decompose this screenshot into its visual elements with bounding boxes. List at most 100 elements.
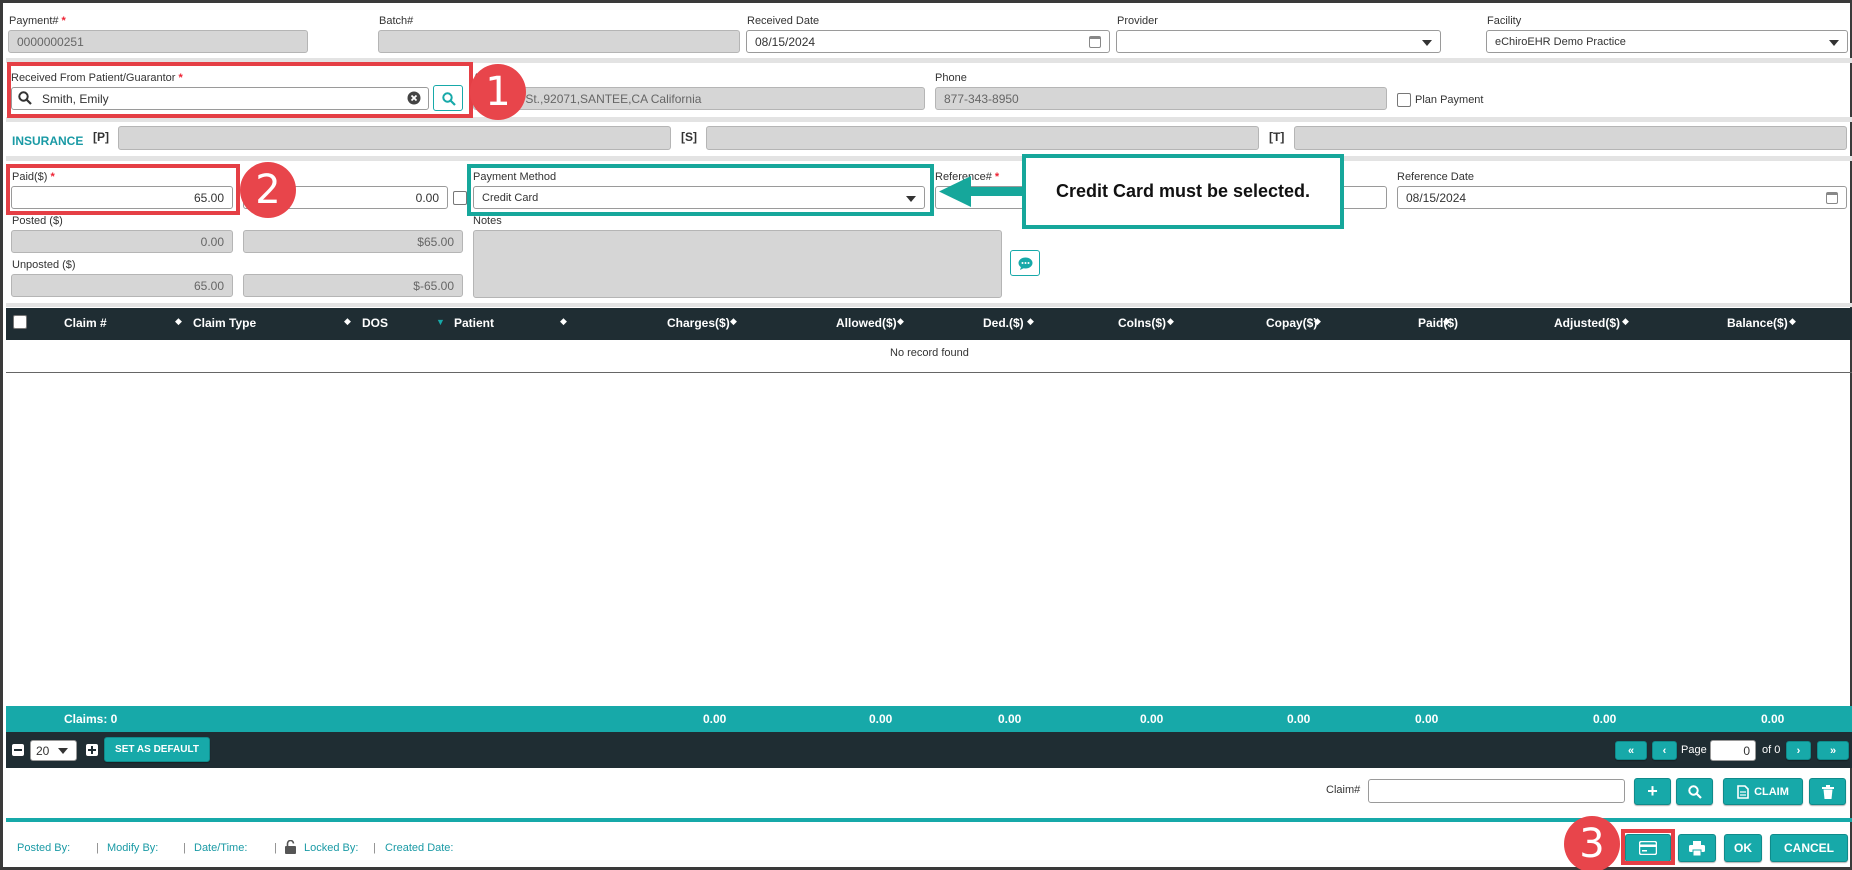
insurance-primary-field xyxy=(118,126,671,150)
insurance-secondary-tag: [S] xyxy=(681,130,697,144)
total-coinsurance: 0.00 xyxy=(1140,712,1164,726)
sort-icon[interactable]: ◆ xyxy=(1314,316,1321,327)
step-badge-1: 1 xyxy=(470,64,526,120)
insurance-tertiary-field xyxy=(1294,126,1847,150)
plan-payment-label: Plan Payment xyxy=(1415,94,1484,106)
set-as-default-button[interactable]: SET AS DEFAULT xyxy=(104,737,210,762)
col-paid[interactable]: Paid($) xyxy=(1418,316,1458,330)
sort-icon[interactable]: ◆ xyxy=(1622,316,1629,327)
print-button[interactable] xyxy=(1678,834,1716,862)
notes-comment-button[interactable] xyxy=(1010,250,1040,276)
page-number-input[interactable]: 0 xyxy=(1710,740,1756,761)
payment-number-field: 0000000251 xyxy=(8,30,308,53)
col-charges[interactable]: Charges($) xyxy=(667,316,730,330)
col-balance[interactable]: Balance($) xyxy=(1727,316,1788,330)
date-time-label: Date/Time: xyxy=(194,842,248,854)
notes-label: Notes xyxy=(473,215,502,227)
calendar-icon[interactable] xyxy=(1826,192,1838,204)
sort-icon[interactable]: ◆ xyxy=(897,316,904,327)
insurance-secondary-field xyxy=(706,126,1259,150)
created-date-label: Created Date: xyxy=(385,842,454,854)
facility-select[interactable]: eChiroEHR Demo Practice xyxy=(1486,30,1848,53)
calendar-icon[interactable] xyxy=(1089,36,1101,48)
add-claim-button[interactable]: + xyxy=(1634,778,1671,805)
empty-table-message: No record found xyxy=(890,347,969,359)
provider-select[interactable] xyxy=(1116,30,1441,53)
col-deductible[interactable]: Ded.($) xyxy=(983,316,1024,330)
unlock-icon xyxy=(285,840,296,854)
unposted-field: 65.00 xyxy=(11,274,233,297)
select-all-checkbox[interactable] xyxy=(13,315,27,329)
sort-icon[interactable]: ◆ xyxy=(730,316,737,327)
plan-payment-checkbox[interactable] xyxy=(1397,93,1411,107)
col-adjusted[interactable]: Adjusted($) xyxy=(1554,316,1620,330)
sort-icon[interactable]: ◆ xyxy=(175,316,182,327)
highlight-payment-method xyxy=(467,164,934,216)
delete-claim-button[interactable] xyxy=(1809,778,1846,805)
page-size-decrease-button[interactable] xyxy=(12,744,24,756)
insurance-tertiary-tag: [T] xyxy=(1269,130,1285,144)
claims-count: Claims: 0 xyxy=(64,712,118,726)
col-patient[interactable]: Patient xyxy=(454,316,494,330)
meta-separator: | xyxy=(274,842,277,854)
highlight-paid xyxy=(6,164,240,215)
col-coinsurance[interactable]: CoIns($) xyxy=(1118,316,1166,330)
col-copay[interactable]: Copay($) xyxy=(1266,316,1317,330)
posted-by-label: Posted By: xyxy=(17,842,71,854)
page-size-select[interactable]: 20 xyxy=(30,740,77,761)
reference-date-field[interactable]: 08/15/2024 xyxy=(1397,186,1847,209)
received-date-field[interactable]: 08/15/2024 xyxy=(746,30,1110,53)
first-page-button[interactable]: « xyxy=(1615,741,1647,760)
sort-icon[interactable]: ◆ xyxy=(344,316,351,327)
address-field: ramaca St.,92071,SANTEE,CA California xyxy=(473,87,925,110)
plus-icon: + xyxy=(1647,781,1658,801)
total-adjusted: 0.00 xyxy=(1593,712,1617,726)
page-size-increase-button[interactable] xyxy=(86,744,98,756)
insurance-label: INSURANCE xyxy=(12,134,84,148)
prev-page-button[interactable]: ‹ xyxy=(1652,741,1677,760)
printer-icon xyxy=(1689,840,1705,856)
claim-number-input[interactable] xyxy=(1368,779,1625,803)
ok-button[interactable]: OK xyxy=(1724,834,1762,862)
last-page-button[interactable]: » xyxy=(1817,741,1849,760)
claim-number-label: Claim# xyxy=(1326,784,1361,796)
received-date-label: Received Date xyxy=(747,15,820,27)
locked-by-label: Locked By: xyxy=(304,842,359,854)
step-badge-2: 2 xyxy=(240,162,296,218)
col-dos[interactable]: DOS xyxy=(362,316,388,330)
sort-icon[interactable]: ◆ xyxy=(1167,316,1174,327)
total-charges: 0.00 xyxy=(703,712,727,726)
page-label: Page xyxy=(1681,744,1707,756)
section-divider xyxy=(6,303,1852,307)
sort-icon[interactable]: ◆ xyxy=(1443,316,1450,327)
notes-field[interactable] xyxy=(473,230,1002,298)
sort-icon[interactable]: ◆ xyxy=(560,316,567,327)
meta-separator: | xyxy=(96,842,99,854)
search-claim-button[interactable] xyxy=(1676,778,1713,805)
step-badge-3: 3 xyxy=(1564,816,1620,870)
total-paid: 0.00 xyxy=(1415,712,1439,726)
claim-button[interactable]: CLAIM xyxy=(1723,778,1803,805)
batch-label: Batch# xyxy=(379,15,414,27)
col-allowed[interactable]: Allowed($) xyxy=(836,316,897,330)
col-claim-type[interactable]: Claim Type xyxy=(193,316,256,330)
apply-checkbox[interactable] xyxy=(453,191,467,205)
payment-number-label: Payment# * xyxy=(9,15,66,27)
claims-table-footer xyxy=(6,706,1852,732)
payment-window: Payment# * 0000000251 Batch# Received Dat… xyxy=(0,0,1852,870)
search-icon xyxy=(1687,784,1702,799)
sort-icon[interactable]: ◆ xyxy=(1027,316,1034,327)
sort-icon[interactable]: ◆ xyxy=(1789,316,1796,327)
posted-field: 0.00 xyxy=(11,230,233,253)
col-claim-number[interactable]: Claim # xyxy=(64,316,107,330)
sort-desc-icon[interactable]: ▼ xyxy=(436,317,445,327)
next-page-button[interactable]: › xyxy=(1786,741,1811,760)
batch-field[interactable] xyxy=(378,30,740,53)
modify-by-label: Modify By: xyxy=(107,842,159,854)
total-balance: 0.00 xyxy=(1761,712,1785,726)
double-chevron-right-icon: » xyxy=(1829,744,1837,757)
phone-label: Phone xyxy=(935,72,967,84)
callout-box: Credit Card must be selected. xyxy=(1022,154,1344,229)
cancel-button[interactable]: CANCEL xyxy=(1770,834,1848,862)
document-icon xyxy=(1737,784,1749,799)
